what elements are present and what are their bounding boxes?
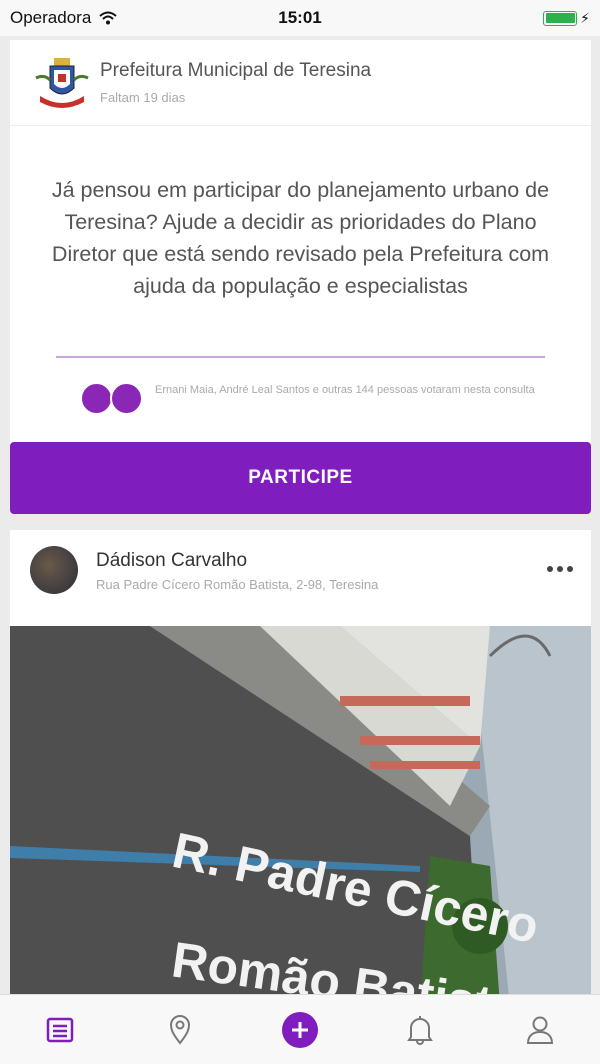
consultation-header: Prefeitura Municipal de Teresina Faltam …: [10, 40, 591, 126]
carrier-label: Operadora: [10, 8, 92, 27]
post-card: Dádison Carvalho Rua Padre Cícero Romão …: [10, 530, 591, 1000]
post-address: Rua Padre Cícero Romão Batista, 2-98, Te…: [96, 577, 379, 592]
wifi-icon: [99, 11, 117, 25]
voter-avatar: [80, 382, 113, 415]
status-bar: Operadora 15:01 ⚡: [0, 0, 600, 36]
divider: [56, 356, 545, 358]
carrier-group: Operadora: [10, 8, 117, 28]
battery-icon: [543, 10, 578, 26]
author-name[interactable]: Dádison Carvalho: [96, 550, 247, 572]
battery-indicator: ⚡: [543, 10, 590, 27]
add-icon: [282, 1011, 318, 1048]
nav-profile[interactable]: [516, 1006, 564, 1054]
city-crest-icon: [35, 58, 89, 108]
nav-map[interactable]: [156, 1006, 204, 1054]
consultation-card: Prefeitura Municipal de Teresina Faltam …: [10, 40, 591, 514]
deadline-text: Faltam 19 dias: [100, 90, 186, 105]
author-avatar[interactable]: [30, 546, 78, 594]
nav-notifications[interactable]: [396, 1006, 444, 1054]
post-photo[interactable]: R. Padre Cícero Romão Batista: [10, 626, 591, 1000]
nav-add[interactable]: [276, 1006, 324, 1054]
bell-icon: [407, 1015, 433, 1045]
voters-summary: Ernani Maia, André Leal Santos e outras …: [80, 382, 535, 415]
more-options-icon[interactable]: [547, 566, 573, 572]
street-photo-graphic: R. Padre Cícero Romão Batista: [10, 626, 591, 1000]
charging-icon: ⚡: [580, 9, 590, 26]
voter-avatar: [110, 382, 143, 415]
consultation-question: Já pensou em participar do planejamento …: [51, 178, 550, 298]
voters-text: Ernani Maia, André Leal Santos e outras …: [155, 384, 535, 396]
organization-name: Prefeitura Municipal de Teresina: [100, 60, 372, 81]
location-pin-icon: [169, 1014, 191, 1045]
user-icon: [526, 1016, 554, 1044]
nav-feed[interactable]: [36, 1006, 84, 1054]
participate-button[interactable]: PARTICIPE: [10, 442, 591, 514]
bottom-nav: [0, 994, 600, 1064]
feed-icon: [46, 1017, 74, 1042]
